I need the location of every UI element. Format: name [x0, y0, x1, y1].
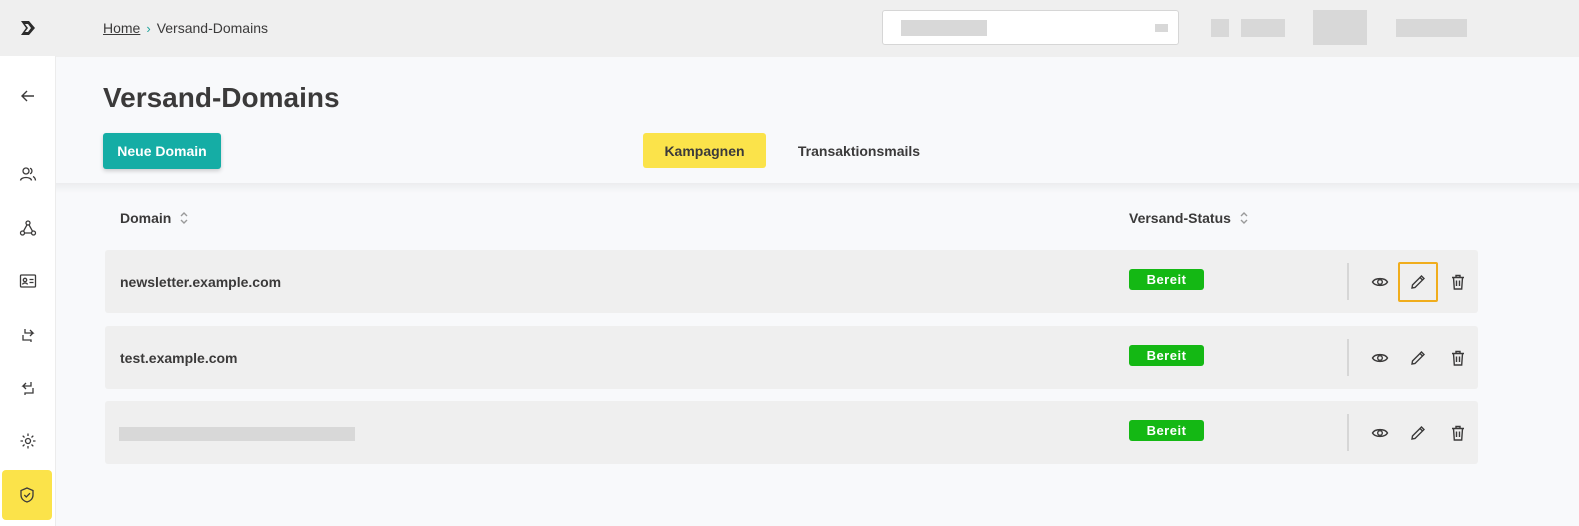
- table-row: newsletter.example.com Bereit: [105, 250, 1478, 313]
- export-icon[interactable]: [0, 363, 56, 413]
- header-divider: [56, 183, 1579, 193]
- sort-icon: [180, 212, 188, 224]
- divider: [1347, 414, 1349, 451]
- settings-gear-icon[interactable]: [0, 416, 56, 466]
- delete-trash-icon[interactable]: [1438, 413, 1478, 453]
- redacted-user-name[interactable]: [1396, 19, 1467, 37]
- table-row: Bereit: [105, 401, 1478, 464]
- status-badge: Bereit: [1129, 269, 1204, 290]
- redacted-domain-name: [119, 427, 355, 441]
- view-eye-icon[interactable]: [1360, 262, 1400, 302]
- logo-icon[interactable]: [0, 0, 56, 56]
- status-badge: Bereit: [1129, 345, 1204, 366]
- table-row: test.example.com Bereit: [105, 326, 1478, 389]
- tab-kampagnen[interactable]: Kampagnen: [643, 133, 766, 168]
- status-badge: Bereit: [1129, 420, 1204, 441]
- column-header-domain[interactable]: Domain: [120, 210, 189, 226]
- view-eye-icon[interactable]: [1360, 413, 1400, 453]
- back-arrow-icon[interactable]: [0, 71, 56, 121]
- new-domain-button[interactable]: Neue Domain: [103, 133, 221, 169]
- topbar: Home › Versand-Domains: [56, 0, 1579, 57]
- breadcrumb-current: Versand-Domains: [156, 20, 268, 36]
- redacted-avatar[interactable]: [1313, 10, 1367, 45]
- tab-transaktionsmails[interactable]: Transaktionsmails: [785, 133, 933, 168]
- sidebar: [0, 0, 56, 526]
- redacted-placeholder: [901, 20, 987, 36]
- contact-card-icon[interactable]: [0, 256, 56, 306]
- shield-check-icon[interactable]: [2, 470, 52, 520]
- redacted-item[interactable]: [1241, 19, 1285, 37]
- users-icon[interactable]: [0, 149, 56, 199]
- redacted-placeholder: [1155, 24, 1168, 32]
- redacted-icon[interactable]: [1211, 19, 1229, 37]
- search-input[interactable]: [882, 10, 1179, 45]
- domain-name: newsletter.example.com: [120, 274, 282, 290]
- column-header-label: Domain: [120, 210, 172, 226]
- edit-pencil-icon[interactable]: [1398, 338, 1438, 378]
- column-header-status[interactable]: Versand-Status: [1129, 210, 1249, 226]
- page-title: Versand-Domains: [103, 82, 340, 113]
- delete-trash-icon[interactable]: [1438, 262, 1478, 302]
- divider: [1347, 339, 1349, 376]
- import-icon[interactable]: [0, 310, 56, 360]
- edit-pencil-icon[interactable]: [1398, 413, 1438, 453]
- sort-icon: [1240, 212, 1248, 224]
- breadcrumb-home-link[interactable]: Home: [103, 20, 140, 36]
- breadcrumb-chevron-icon: ›: [146, 20, 151, 36]
- divider: [1347, 263, 1349, 300]
- edit-pencil-icon[interactable]: [1398, 262, 1438, 302]
- column-header-label: Versand-Status: [1129, 210, 1231, 226]
- network-icon[interactable]: [0, 203, 56, 253]
- breadcrumb: Home › Versand-Domains: [103, 20, 268, 36]
- domain-name: test.example.com: [120, 350, 238, 366]
- view-eye-icon[interactable]: [1360, 338, 1400, 378]
- delete-trash-icon[interactable]: [1438, 338, 1478, 378]
